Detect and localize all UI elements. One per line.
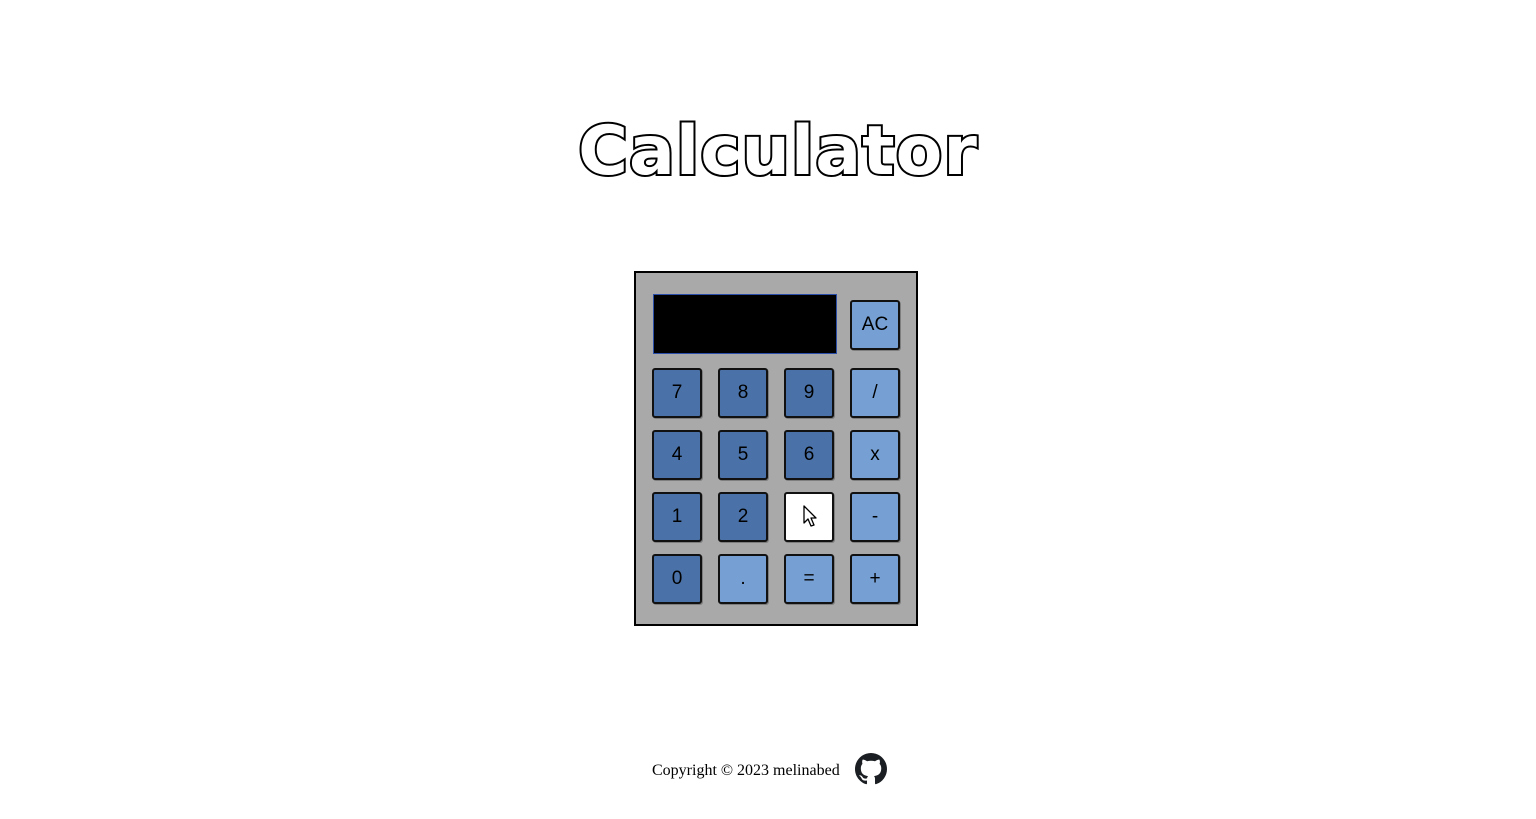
digit-2-button[interactable]: 2 bbox=[718, 492, 768, 542]
calculator: AC 7 8 9 / 4 5 6 x 1 2 - 0 . = + bbox=[634, 271, 918, 626]
digit-0-button[interactable]: 0 bbox=[652, 554, 702, 604]
subtract-button[interactable]: - bbox=[850, 492, 900, 542]
multiply-button[interactable]: x bbox=[850, 430, 900, 480]
calculator-display bbox=[653, 294, 837, 354]
digit-8-button[interactable]: 8 bbox=[718, 368, 768, 418]
divide-button[interactable]: / bbox=[850, 368, 900, 418]
digit-7-button[interactable]: 7 bbox=[652, 368, 702, 418]
clear-button[interactable]: AC bbox=[850, 300, 900, 350]
digit-9-button[interactable]: 9 bbox=[784, 368, 834, 418]
page-title: Calculator bbox=[576, 110, 979, 193]
github-icon[interactable] bbox=[854, 753, 887, 785]
copyright-text: Copyright © 2023 melinabed bbox=[652, 762, 840, 779]
digit-3-button[interactable] bbox=[784, 492, 834, 542]
digit-4-button[interactable]: 4 bbox=[652, 430, 702, 480]
footer: Copyright © 2023 melinabed bbox=[652, 753, 887, 788]
decimal-button[interactable]: . bbox=[718, 554, 768, 604]
digit-6-button[interactable]: 6 bbox=[784, 430, 834, 480]
digit-5-button[interactable]: 5 bbox=[718, 430, 768, 480]
equals-button[interactable]: = bbox=[784, 554, 834, 604]
add-button[interactable]: + bbox=[850, 554, 900, 604]
digit-1-button[interactable]: 1 bbox=[652, 492, 702, 542]
